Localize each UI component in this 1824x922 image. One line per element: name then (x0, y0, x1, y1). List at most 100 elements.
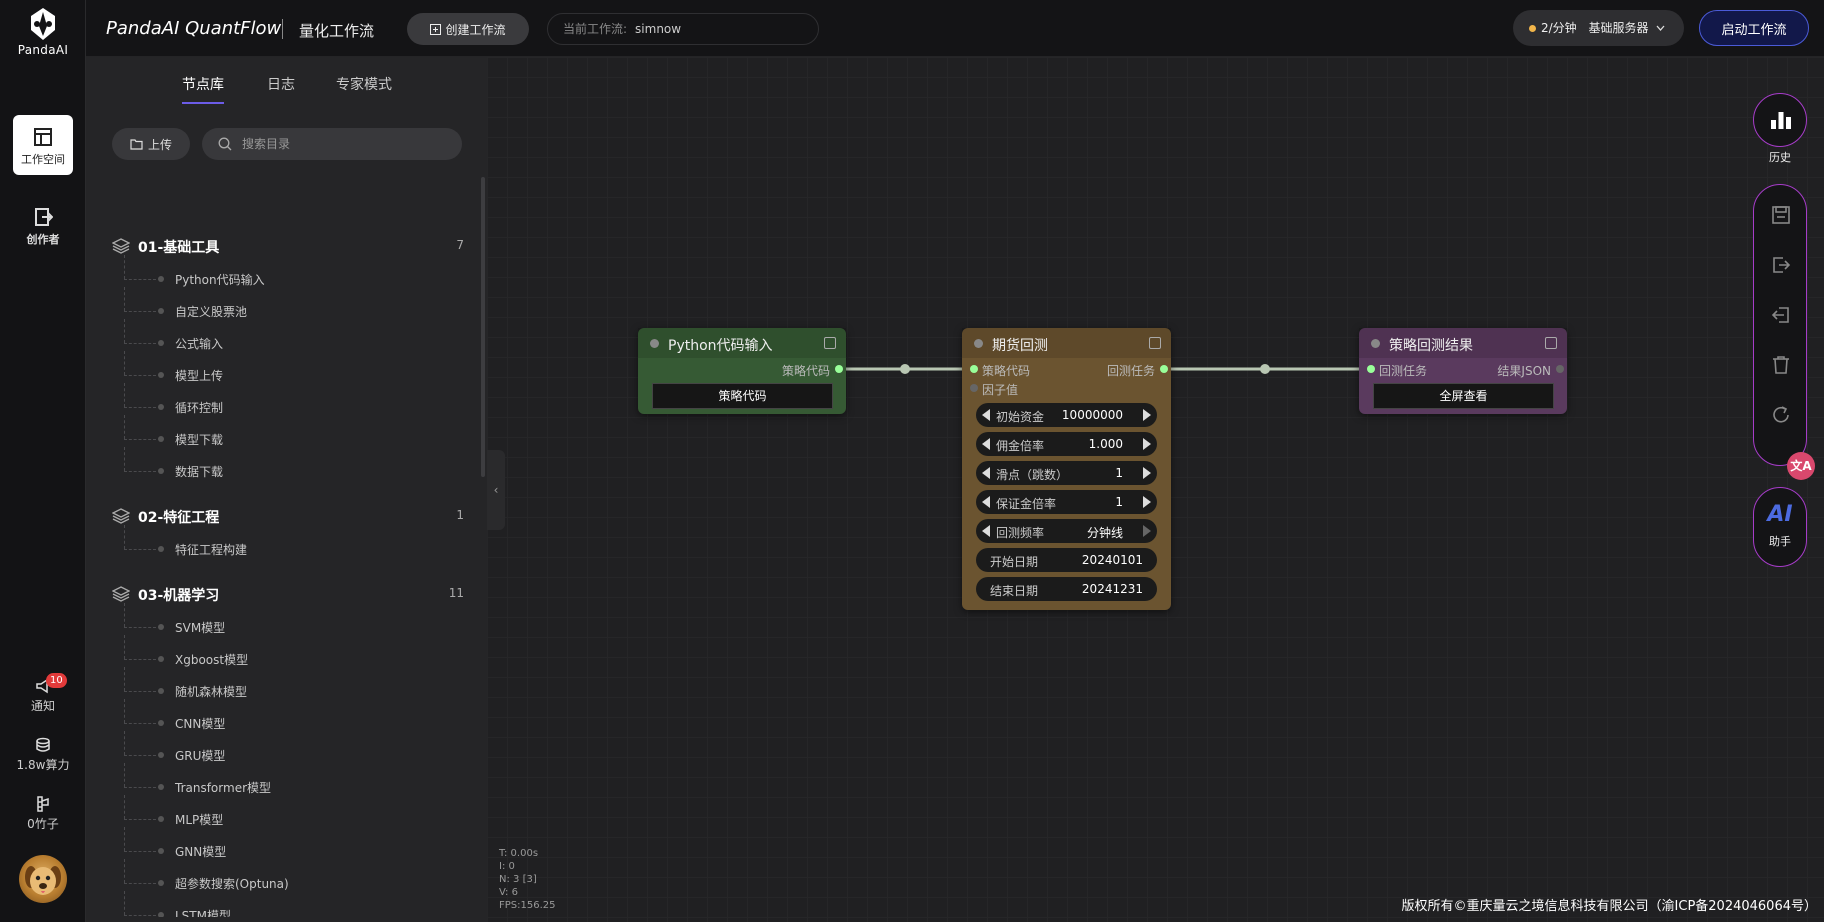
node-list-item[interactable]: SVM模型 (124, 603, 454, 637)
param-widget[interactable]: 佣金倍率 1.000 (976, 432, 1157, 456)
logo[interactable]: PandaAI (0, 6, 86, 57)
node-list-item[interactable]: 公式输入 (124, 319, 454, 353)
param-name: 佣金倍率 (996, 439, 1045, 453)
increment-arrow-icon[interactable] (1143, 467, 1151, 479)
increment-arrow-icon[interactable] (1143, 409, 1151, 421)
start-workflow-button[interactable]: 启动工作流 (1699, 10, 1809, 46)
node-backtest-result[interactable]: 策略回测结果 回测任务 结果JSON 全屏查看 (1359, 328, 1567, 414)
current-workflow-field[interactable]: 当前工作流: simnow (547, 13, 819, 45)
node-header[interactable]: Python代码输入 (638, 328, 846, 358)
increment-arrow-icon[interactable] (1143, 496, 1151, 508)
upload-label: 上传 (147, 137, 172, 152)
category-header[interactable]: 02-特征工程 1 (112, 505, 472, 529)
node-list-item[interactable]: CNN模型 (124, 699, 454, 733)
import-icon[interactable] (1771, 305, 1791, 325)
tab-log[interactable]: 日志 (267, 74, 295, 94)
rail-item-compute[interactable]: 1.8w算力 (0, 737, 86, 773)
trash-icon[interactable] (1771, 355, 1791, 375)
input-port[interactable] (970, 384, 978, 392)
param-widget[interactable]: 保证金倍率 1 (976, 490, 1157, 514)
param-widget[interactable]: 初始资金 10000000 (976, 403, 1157, 427)
refresh-icon[interactable] (1771, 405, 1791, 425)
avatar[interactable] (19, 855, 67, 903)
tree-line (124, 819, 156, 820)
create-workflow-button[interactable]: 创建工作流 (407, 13, 529, 45)
node-list-item[interactable]: Transformer模型 (124, 763, 454, 797)
node-list-item[interactable]: 特征工程构建 (124, 525, 454, 559)
output-port[interactable] (1556, 365, 1564, 373)
node-list-item[interactable]: LSTM模型 (124, 891, 454, 917)
node-list-item[interactable]: 循环控制 (124, 383, 454, 417)
rail-item-workspace[interactable]: 工作空间 (13, 115, 73, 175)
param-widget[interactable]: 回测频率 分钟线 (976, 519, 1157, 543)
upload-button[interactable]: 上传 (112, 128, 190, 160)
database-icon (36, 737, 50, 752)
render-stats: T: 0.00s I: 0 N: 3 [3] V: 6 FPS:156.25 (499, 847, 556, 912)
increment-arrow-icon[interactable] (1143, 438, 1151, 450)
node-list-item[interactable]: Xgboost模型 (124, 635, 454, 669)
save-icon[interactable] (1771, 205, 1791, 225)
server-selector[interactable]: 2/分钟 基础服务器 (1513, 10, 1684, 46)
rail-item-label: 1.8w算力 (16, 758, 70, 772)
input-port[interactable] (970, 365, 978, 373)
rail-item-notify[interactable]: 10 通知 (0, 673, 86, 714)
edit-icon[interactable] (824, 337, 836, 349)
tree-dot (158, 912, 164, 917)
node-list-item[interactable]: Python代码输入 (124, 255, 454, 289)
input-port[interactable] (1367, 365, 1375, 373)
rail-item-bamboo[interactable]: 0竹子 (0, 796, 86, 832)
node-list-item[interactable]: 模型下载 (124, 415, 454, 449)
search-input[interactable]: 搜索目录 (202, 128, 462, 160)
output-port[interactable] (835, 365, 843, 373)
decrement-arrow-icon[interactable] (982, 409, 990, 421)
tree-dot (158, 340, 164, 346)
output-port[interactable] (1160, 365, 1168, 373)
fullscreen-view-button[interactable]: 全屏查看 (1373, 383, 1554, 409)
decrement-arrow-icon[interactable] (982, 525, 990, 537)
decrement-arrow-icon[interactable] (982, 496, 990, 508)
edit-icon[interactable] (1149, 337, 1161, 349)
node-list-item[interactable]: 超参数搜索(Optuna) (124, 859, 454, 893)
ai-assistant-button[interactable]: AI 助手 (1753, 487, 1807, 567)
node-python-input[interactable]: Python代码输入 策略代码 策略代码 (638, 328, 846, 414)
panel-scrollbar[interactable] (481, 177, 485, 477)
node-header[interactable]: 策略回测结果 (1359, 328, 1567, 358)
category-header[interactable]: 01-基础工具 7 (112, 235, 472, 259)
node-list-item[interactable]: 数据下载 (124, 447, 454, 481)
category-header[interactable]: 03-机器学习 11 (112, 583, 472, 607)
tree-line (124, 319, 125, 343)
node-header[interactable]: 期货回测 (962, 328, 1171, 358)
node-list-item[interactable]: MLP模型 (124, 795, 454, 829)
port-row: 因子值 (962, 381, 1171, 399)
tab-expert-mode[interactable]: 专家模式 (336, 74, 392, 94)
tree-line (124, 439, 156, 440)
workflow-canvas[interactable]: Python代码输入 策略代码 策略代码 期货回测 策略代码 回测任务 因子值 … (487, 57, 1824, 922)
node-list-item[interactable]: 随机森林模型 (124, 667, 454, 701)
rail-item-label: 工作空间 (21, 153, 65, 166)
increment-arrow-icon[interactable] (1143, 525, 1151, 537)
node-list-item[interactable]: 模型上传 (124, 351, 454, 385)
decrement-arrow-icon[interactable] (982, 467, 990, 479)
node-item-label: 公式输入 (175, 337, 224, 351)
rail-item-label: 通知 (30, 699, 55, 713)
param-widget[interactable]: 结束日期 20241231 (976, 577, 1157, 601)
history-button[interactable] (1753, 93, 1807, 147)
export-icon[interactable] (1771, 255, 1791, 275)
node-list-item[interactable]: GRU模型 (124, 731, 454, 765)
translate-icon[interactable]: 文A (1787, 452, 1815, 480)
param-widget[interactable]: 滑点（跳数） 1 (976, 461, 1157, 485)
edit-icon[interactable] (1545, 337, 1557, 349)
decrement-arrow-icon[interactable] (982, 438, 990, 450)
node-futures-backtest[interactable]: 期货回测 策略代码 回测任务 因子值 初始资金 10000000 佣金倍率 1.000… (962, 328, 1171, 610)
port-row: 策略代码 回测任务 (962, 362, 1171, 380)
param-widget[interactable]: 开始日期 20240101 (976, 548, 1157, 572)
tree-dot (158, 848, 164, 854)
category-count: 11 (448, 586, 464, 600)
node-list-item[interactable]: 自定义股票池 (124, 287, 454, 321)
node-list-item[interactable]: GNN模型 (124, 827, 454, 861)
collapse-panel-button[interactable]: ‹ (487, 450, 505, 530)
strategy-code-button[interactable]: 策略代码 (652, 383, 833, 409)
ai-text: AI (1767, 502, 1793, 527)
rail-item-creator[interactable]: 创作者 (13, 195, 73, 255)
tab-node-library[interactable]: 节点库 (182, 74, 224, 104)
